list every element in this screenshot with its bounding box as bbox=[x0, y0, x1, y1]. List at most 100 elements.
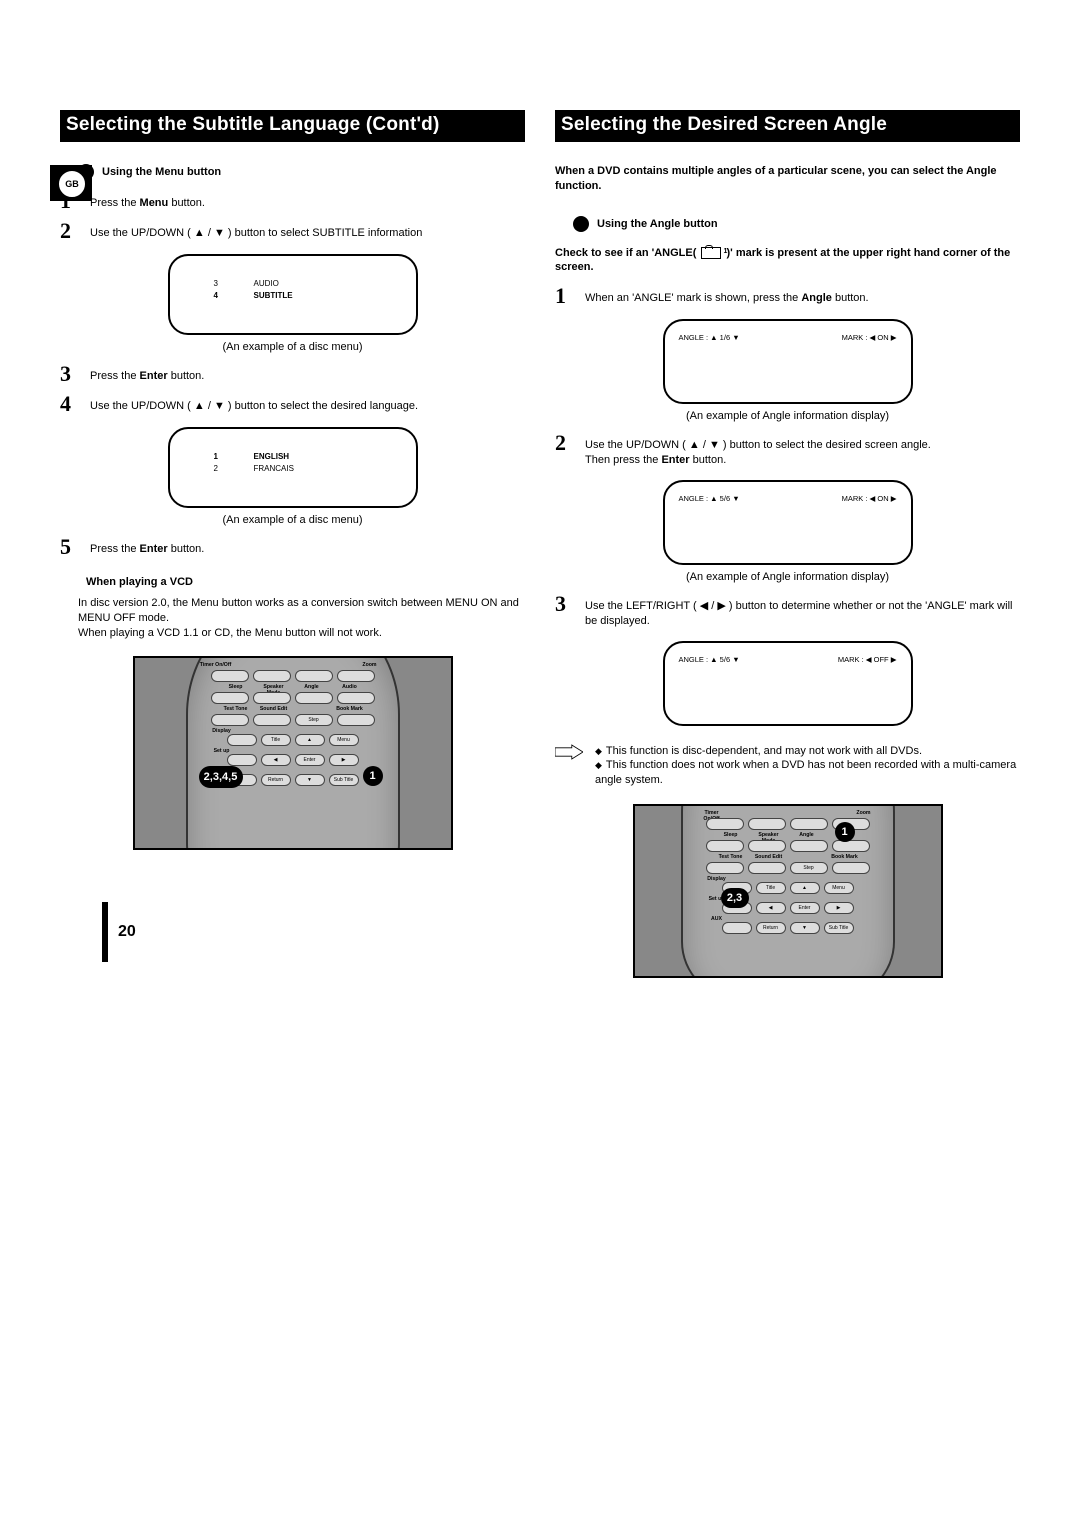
subhead-menu-button: Using the Menu button bbox=[78, 164, 525, 180]
osd-caption: (An example of a disc menu) bbox=[60, 514, 525, 526]
title-button: Title bbox=[756, 882, 786, 894]
zoom-button bbox=[337, 670, 375, 682]
display-button bbox=[227, 734, 257, 746]
blank-button bbox=[295, 670, 333, 682]
speaker-mode-button bbox=[748, 840, 786, 852]
sleep-button bbox=[706, 840, 744, 852]
bookmark-button bbox=[832, 862, 870, 874]
page-number: 20 bbox=[118, 923, 136, 941]
right-button: ▶ bbox=[329, 754, 359, 766]
left-column: Selecting the Subtitle Language (Cont'd)… bbox=[60, 110, 525, 978]
section-title-subtitle: Selecting the Subtitle Language (Cont'd) bbox=[60, 110, 525, 142]
osd-caption: (An example of a disc menu) bbox=[60, 341, 525, 353]
callout-steps-23: 2,3 bbox=[721, 888, 749, 908]
timer-button bbox=[706, 818, 744, 830]
osd-angle-3: ANGLE : ▲ 5/6 ▼MARK : ◀ OFF ▶ bbox=[663, 641, 913, 726]
step-button: Step bbox=[790, 862, 828, 874]
callout-step-1: 1 bbox=[363, 766, 383, 786]
camera-angle-icon bbox=[701, 247, 721, 259]
step-5: 5 Press the Enter button. bbox=[60, 536, 525, 558]
blank-button bbox=[748, 818, 786, 830]
title-button: Title bbox=[261, 734, 291, 746]
return-button: Return bbox=[261, 774, 291, 786]
step-button: Step bbox=[295, 714, 333, 726]
step-text: Press the Enter button. bbox=[90, 536, 204, 557]
language-badge: GB bbox=[58, 170, 86, 198]
step-text: Use the UP/DOWN ( ▲ / ▼ ) button to sele… bbox=[585, 432, 931, 468]
intro-text: When a DVD contains multiple angles of a… bbox=[555, 164, 1020, 194]
return-button: Return bbox=[756, 922, 786, 934]
callout-step-1: 1 bbox=[835, 822, 855, 842]
osd-angle-2: ANGLE : ▲ 5/6 ▼MARK : ◀ ON ▶ bbox=[663, 480, 913, 565]
down-button: ▼ bbox=[790, 922, 820, 934]
footer-bar-icon bbox=[102, 902, 108, 962]
note-arrow-icon bbox=[555, 744, 583, 763]
step-3: 3 Use the LEFT/RIGHT ( ◀ / ▶ ) button to… bbox=[555, 593, 1020, 629]
up-button: ▲ bbox=[790, 882, 820, 894]
test-tone-button bbox=[706, 862, 744, 874]
angle-button bbox=[790, 840, 828, 852]
subhead-text: Using the Menu button bbox=[102, 166, 221, 178]
subtitle-button: Sub Title bbox=[824, 922, 854, 934]
sleep-button bbox=[211, 692, 249, 704]
step-1: 1 When an 'ANGLE' mark is shown, press t… bbox=[555, 285, 1020, 307]
subhead-text: Using the Angle button bbox=[597, 218, 718, 230]
test-tone-button bbox=[211, 714, 249, 726]
step-number: 3 bbox=[555, 593, 573, 615]
bullet-icon bbox=[573, 216, 589, 232]
note-line-1: This function is disc-dependent, and may… bbox=[595, 744, 1020, 759]
section-title-angle: Selecting the Desired Screen Angle bbox=[555, 110, 1020, 142]
step-number: 4 bbox=[60, 393, 78, 415]
audio-button bbox=[337, 692, 375, 704]
sound-edit-button bbox=[253, 714, 291, 726]
step-number: 1 bbox=[555, 285, 573, 307]
osd-angle-1: ANGLE : ▲ 1/6 ▼MARK : ◀ ON ▶ bbox=[663, 319, 913, 404]
step-4: 4 Use the UP/DOWN ( ▲ / ▼ ) button to se… bbox=[60, 393, 525, 415]
blank-button bbox=[253, 670, 291, 682]
menu-button: Menu bbox=[329, 734, 359, 746]
check-angle-note: Check to see if an 'ANGLE( )' mark is pr… bbox=[555, 246, 1020, 276]
down-button: ▼ bbox=[295, 774, 325, 786]
right-column: Selecting the Desired Screen Angle When … bbox=[555, 110, 1020, 978]
right-button: ▶ bbox=[824, 902, 854, 914]
left-button: ◀ bbox=[261, 754, 291, 766]
enter-button: Enter bbox=[790, 902, 820, 914]
callout-steps-2345: 2,3,4,5 bbox=[199, 766, 243, 788]
step-text: Use the UP/DOWN ( ▲ / ▼ ) button to sele… bbox=[90, 220, 422, 241]
step-1: 1 Press the Menu button. bbox=[60, 190, 525, 212]
osd-caption: (An example of Angle information display… bbox=[555, 410, 1020, 422]
step-text: Use the LEFT/RIGHT ( ◀ / ▶ ) button to d… bbox=[585, 593, 1020, 629]
step-text: Press the Menu button. bbox=[90, 190, 205, 211]
osd-example-2: 1ENGLISH 2FRANCAIS bbox=[168, 427, 418, 508]
vcd-note: When playing a VCD In disc version 2.0, … bbox=[78, 576, 525, 641]
sound-edit-button bbox=[748, 862, 786, 874]
timer-button bbox=[211, 670, 249, 682]
remote-illustration-right: Timer On/OffZoom SleepSpeaker ModeAngleA… bbox=[633, 804, 943, 978]
osd-example-1: 3AUDIO 4SUBTITLE bbox=[168, 254, 418, 335]
audio-button bbox=[832, 840, 870, 852]
step-text: When an 'ANGLE' mark is shown, press the… bbox=[585, 285, 869, 306]
step-number: 3 bbox=[60, 363, 78, 385]
enter-button: Enter bbox=[295, 754, 325, 766]
vcd-heading: When playing a VCD bbox=[86, 576, 193, 588]
step-2: 2 Use the UP/DOWN ( ▲ / ▼ ) button to se… bbox=[555, 432, 1020, 468]
manual-page: GB Selecting the Subtitle Language (Cont… bbox=[0, 0, 1080, 1038]
menu-button: Menu bbox=[824, 882, 854, 894]
aux-button bbox=[722, 922, 752, 934]
subtitle-button: Sub Title bbox=[329, 774, 359, 786]
left-button: ◀ bbox=[756, 902, 786, 914]
up-button: ▲ bbox=[295, 734, 325, 746]
setup-button bbox=[227, 754, 257, 766]
page-footer: 20 bbox=[102, 902, 136, 962]
note-line-2: This function does not work when a DVD h… bbox=[595, 758, 1020, 788]
step-text: Press the Enter button. bbox=[90, 363, 204, 384]
subhead-angle-button: Using the Angle button bbox=[573, 216, 1020, 232]
step-text: Use the UP/DOWN ( ▲ / ▼ ) button to sele… bbox=[90, 393, 418, 414]
blank-button bbox=[790, 818, 828, 830]
speaker-mode-button bbox=[253, 692, 291, 704]
angle-button bbox=[295, 692, 333, 704]
notes: This function is disc-dependent, and may… bbox=[555, 744, 1020, 789]
step-number: 2 bbox=[555, 432, 573, 454]
step-number: 5 bbox=[60, 536, 78, 558]
osd-caption: (An example of Angle information display… bbox=[555, 571, 1020, 583]
